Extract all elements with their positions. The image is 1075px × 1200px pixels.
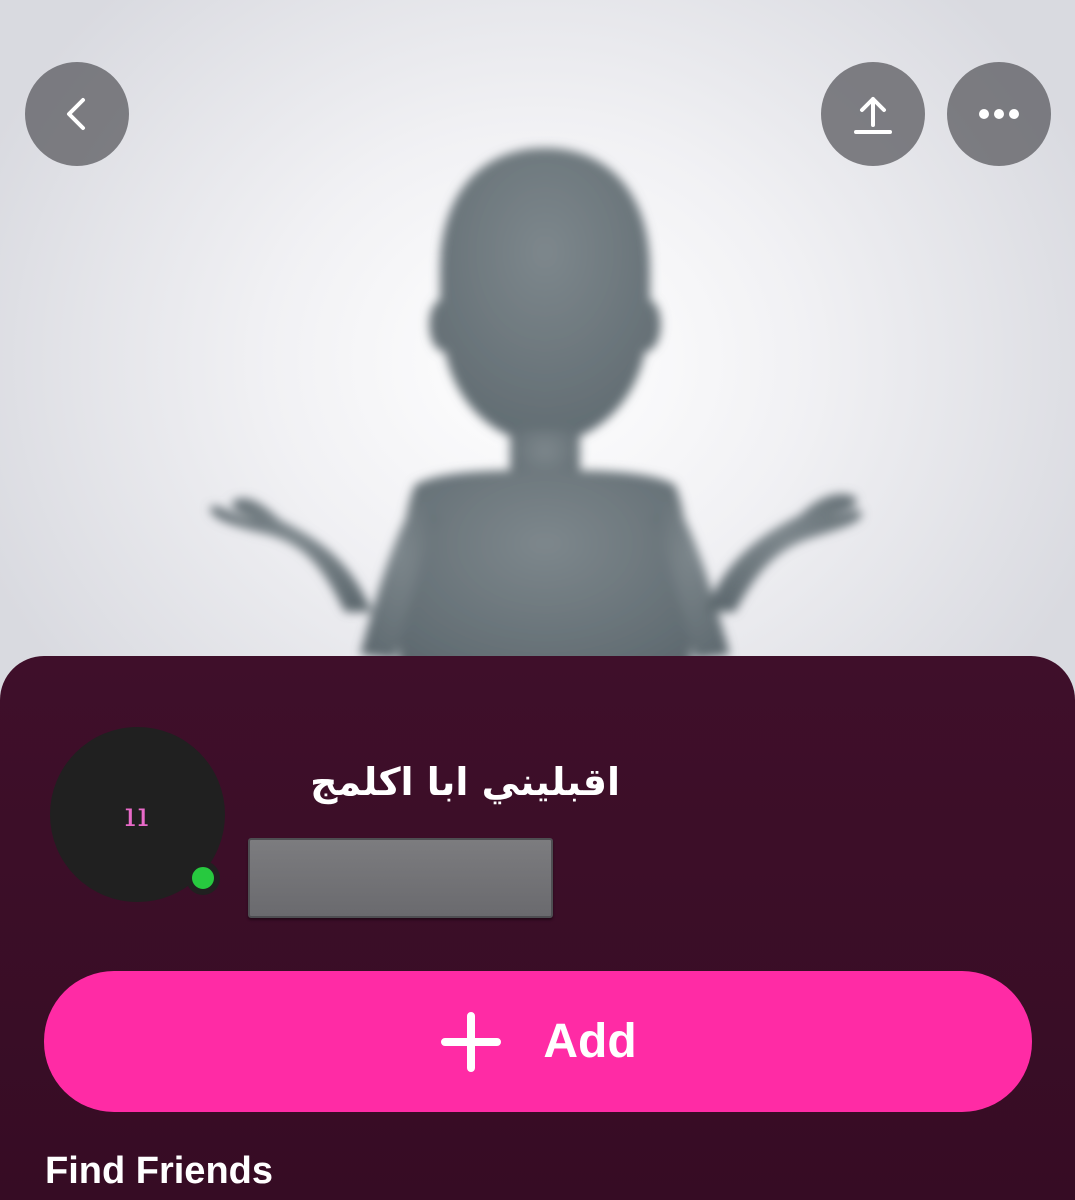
share-button[interactable] [821, 62, 925, 166]
display-name: اقبليني ابا اكلمج [310, 760, 620, 804]
add-button-label: Add [543, 1015, 637, 1068]
profile-hero [0, 0, 1075, 700]
avatar-mark: ıı [124, 794, 151, 835]
more-horizontal-icon [979, 109, 1019, 119]
share-upload-icon [854, 97, 892, 134]
find-friends-heading: Find Friends [45, 1150, 273, 1192]
chevron-left-icon [67, 98, 85, 130]
username-redacted [248, 838, 553, 918]
back-button[interactable] [25, 62, 129, 166]
online-status-indicator [186, 861, 220, 895]
more-options-button[interactable] [947, 62, 1051, 166]
plus-icon [439, 1010, 503, 1074]
add-friend-button[interactable]: Add [44, 971, 1032, 1112]
